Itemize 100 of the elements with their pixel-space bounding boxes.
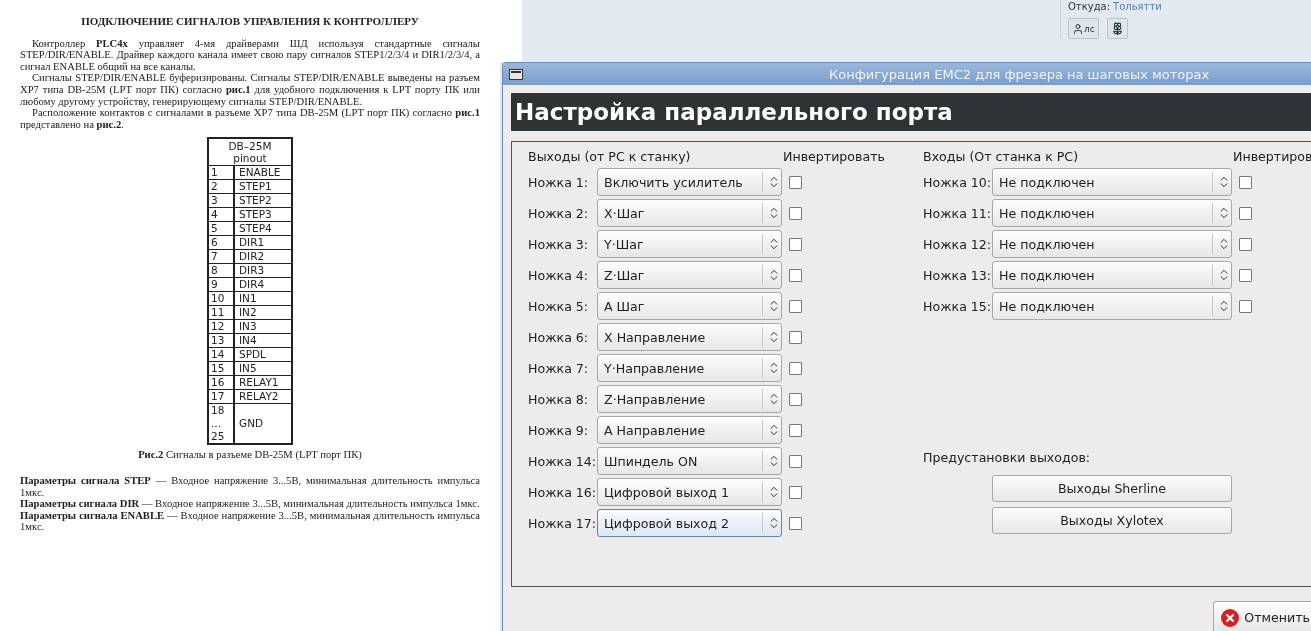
figure-caption: Рис.2 Сигналы в разъеме DB-25M (LPT порт ПК)	[137, 449, 363, 461]
pin-number: 14	[208, 347, 234, 362]
signal-dropdown[interactable]: A Направление	[597, 416, 782, 444]
page-heading: Настройка параллельного порта	[511, 93, 1311, 131]
signal-dropdown[interactable]: Цифровой выход 1	[597, 478, 782, 506]
from-label: Откуда:	[1068, 1, 1111, 12]
column-header: Выходы (от PC к станку)	[528, 148, 692, 164]
signal-dropdown[interactable]: Шпиндель ON	[597, 447, 782, 475]
signal-dropdown[interactable]: X Направление	[597, 323, 782, 351]
preset-button[interactable]: Выходы Xylotex	[992, 507, 1232, 534]
invert-checkbox[interactable]	[789, 237, 802, 251]
signal-name: DIR3	[234, 263, 292, 278]
pin-number: 16	[208, 375, 234, 390]
signal-dropdown[interactable]: Не подключен	[992, 168, 1232, 196]
from-value: Тольятти	[1113, 1, 1162, 12]
signal-name: RELAY1	[234, 375, 292, 390]
pin-number: 1	[208, 165, 234, 180]
pin-label: Ножка 4:	[528, 267, 590, 283]
pin-label: Ножка 11:	[923, 205, 992, 221]
pin-number: 6	[208, 235, 234, 250]
pin-label: Ножка 17:	[528, 515, 597, 531]
pin-number: 9	[208, 277, 234, 292]
message-button[interactable]: лс	[1068, 18, 1099, 39]
invert-checkbox[interactable]	[1239, 206, 1252, 220]
invert-checkbox[interactable]	[789, 299, 802, 313]
signal-dropdown[interactable]: Y·Направление	[597, 354, 782, 382]
pin-number: 17	[208, 389, 234, 404]
invert-checkbox[interactable]	[789, 268, 802, 282]
pin-number: 2	[208, 179, 234, 194]
invert-checkbox[interactable]	[789, 392, 802, 406]
signal-dropdown[interactable]: Y·Шаг	[597, 230, 782, 258]
signal-name: IN3	[234, 319, 292, 334]
document-title: ПОДКЛЮЧЕНИЕ СИГНАЛОВ УПРАВЛЕНИЯ К КОНТРОЛЛЕРУ	[80, 16, 420, 28]
pin-number: 5	[208, 221, 234, 236]
invert-checkbox[interactable]	[1239, 299, 1252, 313]
pin-label: Ножка 7:	[528, 360, 590, 376]
pin-number: 18 ... 25	[208, 403, 234, 445]
column-header: Входы (От станка к PC)	[923, 148, 1080, 164]
pin-number: 13	[208, 333, 234, 348]
window-icon	[509, 68, 523, 80]
pin-label: Ножка 6:	[528, 329, 590, 345]
invert-checkbox[interactable]	[1239, 237, 1252, 251]
pin-label: Ножка 16:	[528, 484, 597, 500]
signal-name: STEP4	[234, 221, 292, 236]
pin-label: Ножка 1:	[528, 174, 590, 190]
signal-dropdown[interactable]: X·Шаг	[597, 199, 782, 227]
preset-button[interactable]: Выходы Sherline	[992, 475, 1232, 502]
signal-name: RELAY2	[234, 389, 292, 404]
signal-dropdown[interactable]: Z·Шаг	[597, 261, 782, 289]
paragraph: Расположение контактов с сигналами в разъеме XP7 типа DB-25M (LPT порт ПК) согласно рис.1 представлено на рис.2.	[20, 107, 480, 131]
pin-label: Ножка 8:	[528, 391, 590, 407]
signal-dropdown[interactable]: Цифровой выход 2	[597, 509, 782, 537]
pin-label: Ножка 12:	[923, 236, 992, 252]
pin-number: 4	[208, 207, 234, 222]
pin-label: Ножка 15:	[923, 298, 992, 314]
invert-checkbox[interactable]	[789, 516, 802, 530]
invert-checkbox[interactable]	[789, 206, 802, 220]
invert-checkbox[interactable]	[789, 330, 802, 344]
user-icon	[1072, 22, 1084, 35]
signal-dropdown[interactable]: Не подключен	[992, 261, 1232, 289]
signal-dropdown[interactable]: Включить усилитель	[597, 168, 782, 196]
pin-number: 11	[208, 305, 234, 320]
presets-label: Предустановки выходов:	[923, 450, 1092, 467]
signal-name: IN5	[234, 361, 292, 376]
signal-dropdown[interactable]: Не подключен	[992, 199, 1232, 227]
paragraph: Контроллер PLC4x управляет 4-мя драйверами ШД используя стандартные сигналы STEP/DIR/ENABLE. Драйвер каждого канала имеет свою пару сигналов STEP1/2/3/4 и DIR1/2/3/4, а сигнал ENABLE общий на все каналы.	[20, 37, 480, 73]
pin-number: 12	[208, 319, 234, 334]
signal-dropdown[interactable]: Не подключен	[992, 230, 1232, 258]
signal-name: ENABLE	[234, 165, 292, 180]
paragraph: Сигналы STEP/DIR/ENABLE буферизированы. Сигналы STEP/DIR/ENABLE выведены на разъем XP7 типа DB-25M (LPT порт ПК) согласно рис.1 для удобного подключения к LPT порту ПК или любому другому устройству, генерирующему сигналы STEP/DIR/ENABLE.	[20, 72, 480, 108]
invert-checkbox[interactable]	[789, 361, 802, 375]
signal-name: DIR4	[234, 277, 292, 292]
signal-name: STEP2	[234, 193, 292, 208]
flower-button[interactable]	[1106, 18, 1128, 39]
signal-name: STEP3	[234, 207, 292, 222]
column-header: Инвертировать	[783, 148, 886, 164]
pin-label: Ножка 5:	[528, 298, 590, 314]
invert-checkbox[interactable]	[789, 423, 802, 437]
signal-dropdown[interactable]: A Шаг	[597, 292, 782, 320]
paragraph: Параметры сигнала ENABLE — Входное напряжение 3...5В, минимальная длительность импульса 1мкс.	[20, 509, 480, 533]
signal-name: IN2	[234, 305, 292, 320]
invert-checkbox[interactable]	[789, 454, 802, 468]
flower-icon	[1110, 22, 1124, 35]
invert-checkbox[interactable]	[1239, 175, 1252, 189]
window-title: Конфигурация EMC2 для фрезера на шаговых моторах	[829, 66, 1210, 82]
signal-name: SPDL	[234, 347, 292, 362]
signal-dropdown[interactable]: Z·Направление	[597, 385, 782, 413]
cancel-button[interactable]: Отменить	[1213, 601, 1311, 631]
pin-label: Ножка 14:	[528, 453, 597, 469]
paragraph: Параметры сигнала STEP — Входное напряжение 3...5В, минимальная длительность импульса 1мкс.	[20, 474, 480, 499]
column-header: Инвертиров	[1233, 148, 1311, 164]
invert-checkbox[interactable]	[789, 485, 802, 499]
signal-dropdown[interactable]: Не подключен	[992, 292, 1232, 320]
invert-checkbox[interactable]	[1239, 268, 1252, 282]
pin-number: 15	[208, 361, 234, 376]
invert-checkbox[interactable]	[789, 175, 802, 189]
signal-name: STEP1	[234, 179, 292, 194]
pin-label: Ножка 13:	[923, 267, 992, 283]
pin-number: 3	[208, 193, 234, 208]
pin-number: 7	[208, 249, 234, 264]
